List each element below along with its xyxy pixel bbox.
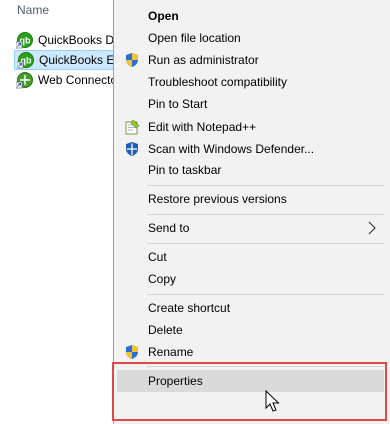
menu-item-label: Pin to Start [148, 97, 208, 111]
menu-item-copy[interactable]: Copy [116, 268, 390, 290]
notepad-plus-plus-icon [124, 119, 140, 135]
mouse-cursor-icon [265, 389, 281, 414]
menu-item-pin-to-start[interactable]: Pin to Start [116, 93, 390, 115]
menu-item-label: Open [148, 9, 179, 23]
file-row-quickbooks-database-server-manager[interactable]: qb QuickBooks Database Server Manager [14, 30, 124, 50]
menu-item-pin-to-taskbar[interactable]: Pin to taskbar [116, 159, 390, 181]
file-name: QuickBooks Enterprise [39, 53, 123, 67]
menu-item-rename[interactable]: Rename [116, 341, 390, 363]
menu-item-open-file-location[interactable]: Open file location [116, 27, 390, 49]
menu-separator [147, 214, 384, 215]
menu-item-open[interactable]: Open [116, 5, 390, 27]
menu-item-label: Restore previous versions [148, 192, 287, 206]
menu-item-label: Pin to taskbar [148, 163, 222, 177]
quickbooks-icon: qb [16, 51, 35, 69]
menu-item-label: Run as administrator [148, 53, 259, 67]
file-row-quickbooks-enterprise[interactable]: qb QuickBooks Enterprise [14, 50, 124, 70]
menu-item-run-as-administrator[interactable]: Run as administrator [116, 49, 390, 71]
uac-shield-icon [124, 52, 140, 68]
windows-defender-icon [124, 141, 140, 157]
menu-item-label: Edit with Notepad++ [148, 120, 257, 134]
web-connector-icon [15, 71, 34, 89]
quickbooks-icon: qb [15, 31, 34, 49]
menu-item-label: Copy [148, 272, 177, 286]
menu-item-label: Troubleshoot compatibility [148, 75, 287, 89]
highlight-box [112, 362, 387, 421]
menu-separator [147, 243, 384, 244]
menu-item-restore-previous-versions[interactable]: Restore previous versions [116, 188, 390, 210]
uac-shield-icon [124, 344, 140, 360]
menu-item-cut[interactable]: Cut [116, 246, 390, 268]
menu-item-troubleshoot-compatibility[interactable]: Troubleshoot compatibility [116, 71, 390, 93]
menu-item-edit-with-notepad-plus-plus[interactable]: Edit with Notepad++ [116, 116, 390, 138]
menu-item-create-shortcut[interactable]: Create shortcut [116, 297, 390, 319]
menu-item-label: Create shortcut [148, 301, 231, 315]
menu-separator [147, 185, 384, 186]
file-name: Web Connector [38, 73, 122, 87]
file-name: QuickBooks Database Server Manager [38, 33, 124, 47]
chevron-right-icon [368, 221, 376, 235]
menu-item-label: Delete [148, 323, 183, 337]
menu-item-send-to[interactable]: Send to [116, 217, 390, 239]
context-menu: Open Open file location Run as administr… [113, 0, 390, 424]
column-header-name[interactable]: Name [17, 3, 49, 17]
menu-item-label: Open file location [148, 31, 241, 45]
menu-item-label: Scan with Windows Defender... [148, 142, 315, 156]
menu-separator [147, 294, 384, 295]
menu-item-scan-with-windows-defender[interactable]: Scan with Windows Defender... [116, 138, 390, 160]
file-row-web-connector[interactable]: Web Connector [14, 70, 124, 90]
menu-item-label: Rename [148, 345, 194, 359]
menu-item-label: Send to [148, 221, 190, 235]
menu-item-label: Cut [148, 250, 167, 264]
menu-item-delete[interactable]: Delete [116, 319, 390, 341]
